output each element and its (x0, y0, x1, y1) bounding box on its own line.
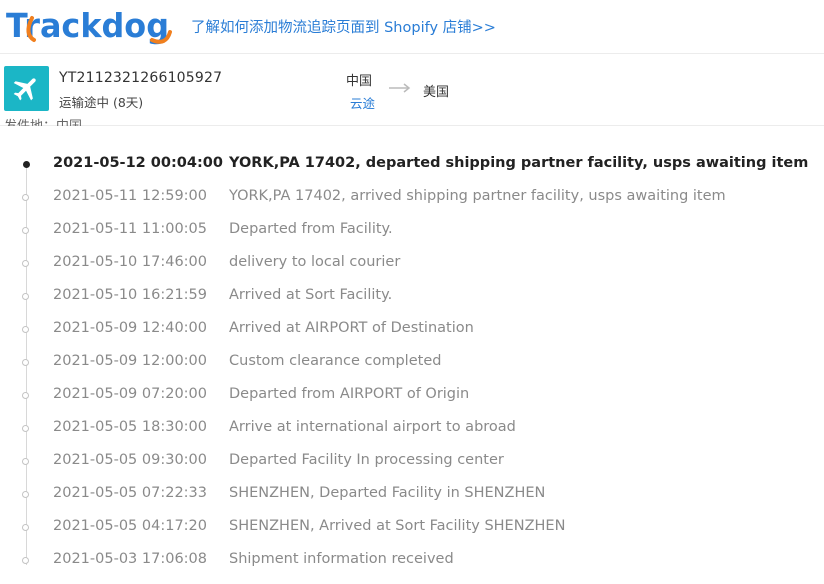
event-description: Departed Facility In processing center (229, 452, 504, 468)
event-time: 2021-05-12 00:04:00 (53, 155, 223, 171)
event-description: SHENZHEN, Departed Facility in SHENZHEN (229, 485, 546, 501)
event-description: delivery to local courier (229, 254, 401, 270)
event-time: 2021-05-11 12:59:00 (53, 188, 207, 204)
origin-country: 中国 (346, 74, 373, 89)
shopify-tracking-page-link[interactable]: 了解如何添加物流追踪页面到 Shopify 店铺>> (191, 16, 496, 37)
tracking-event: 2021-05-09 12:00:00 Custom clearance com… (0, 346, 824, 379)
trackdog-logo-graphic: Trackdog (6, 6, 172, 45)
shipment-summary: YT2112321266105927 运输途中 (8天) 中国 云途 美国 (0, 54, 824, 126)
timeline-dot-icon (22, 458, 29, 465)
event-time: 2021-05-05 18:30:00 (53, 419, 207, 435)
tracking-event: 2021-05-05 04:17:20 SHENZHEN, Arrived at… (0, 511, 824, 544)
trackdog-logo[interactable]: Trackdog (4, 4, 174, 50)
event-description: Arrive at international airport to abroa… (229, 419, 516, 435)
tracking-event: 2021-05-05 09:30:00 Departed Facility In… (0, 445, 824, 478)
tracking-event: 2021-05-10 16:21:59 Arrived at Sort Faci… (0, 280, 824, 313)
event-time: 2021-05-05 04:17:20 (53, 518, 207, 534)
event-time: 2021-05-09 12:00:00 (53, 353, 207, 369)
destination-country: 美国 (423, 85, 450, 100)
tracking-event: 2021-05-12 00:04:00 YORK,PA 17402, depar… (0, 148, 824, 181)
event-description: YORK,PA 17402, arrived shipping partner … (229, 188, 726, 204)
airplane-icon (4, 66, 49, 111)
event-description: Departed from Facility. (229, 221, 393, 237)
timeline-dot-icon (22, 227, 29, 234)
event-description: SHENZHEN, Arrived at Sort Facility SHENZ… (229, 518, 566, 534)
tracking-event: 2021-05-05 18:30:00 Arrive at internatio… (0, 412, 824, 445)
event-description: Departed from AIRPORT of Origin (229, 386, 470, 402)
route-arrow-icon (389, 83, 411, 93)
timeline-dot-icon (22, 194, 29, 201)
timeline-dot-icon (22, 392, 29, 399)
event-time: 2021-05-05 07:22:33 (53, 485, 207, 501)
tracking-event: 2021-05-09 12:40:00 Arrived at AIRPORT o… (0, 313, 824, 346)
event-time: 2021-05-05 09:30:00 (53, 452, 207, 468)
timeline-dot-icon (22, 491, 29, 498)
tracking-event: 2021-05-11 12:59:00 YORK,PA 17402, arriv… (0, 181, 824, 214)
tracking-page: Trackdog 了解如何添加物流追踪页面到 Shopify 店铺>> YT21… (0, 0, 824, 584)
event-time: 2021-05-11 11:00:05 (53, 221, 207, 237)
tracking-event: 2021-05-09 07:20:00 Departed from AIRPOR… (0, 379, 824, 412)
timeline-dot-icon (22, 326, 29, 333)
event-time: 2021-05-09 07:20:00 (53, 386, 207, 402)
timeline-dot-icon (22, 260, 29, 267)
tracking-events: 2021-05-12 00:04:00 YORK,PA 17402, depar… (0, 148, 824, 577)
event-description: YORK,PA 17402, departed shipping partner… (229, 155, 809, 171)
event-time: 2021-05-03 17:06:08 (53, 551, 207, 567)
timeline-dot-icon (22, 359, 29, 366)
timeline-dot-icon (22, 293, 29, 300)
event-time: 2021-05-09 12:40:00 (53, 320, 207, 336)
event-time: 2021-05-10 16:21:59 (53, 287, 207, 303)
page-header: Trackdog 了解如何添加物流追踪页面到 Shopify 店铺>> (0, 0, 824, 54)
timeline-dot-icon (22, 557, 29, 564)
tracking-number[interactable]: YT2112321266105927 (59, 70, 222, 86)
timeline-dot-icon (22, 425, 29, 432)
event-description: Arrived at Sort Facility. (229, 287, 393, 303)
event-time: 2021-05-10 17:46:00 (53, 254, 207, 270)
tracking-event: 2021-05-10 17:46:00 delivery to local co… (0, 247, 824, 280)
event-description: Arrived at AIRPORT of Destination (229, 320, 474, 336)
event-description: Custom clearance completed (229, 353, 442, 369)
tracking-event: 2021-05-11 11:00:05 Departed from Facili… (0, 214, 824, 247)
timeline-dot-icon (23, 161, 30, 168)
tracking-event: 2021-05-05 07:22:33 SHENZHEN, Departed F… (0, 478, 824, 511)
transit-status: 运输途中 (8天) (59, 95, 144, 110)
event-description: Shipment information received (229, 551, 454, 567)
tracking-event: 2021-05-03 17:06:08 Shipment information… (0, 544, 824, 577)
origin-carrier-link[interactable]: 云途 (350, 93, 375, 112)
timeline-dot-icon (22, 524, 29, 531)
origin-line: 发件地：中国 (4, 114, 82, 126)
